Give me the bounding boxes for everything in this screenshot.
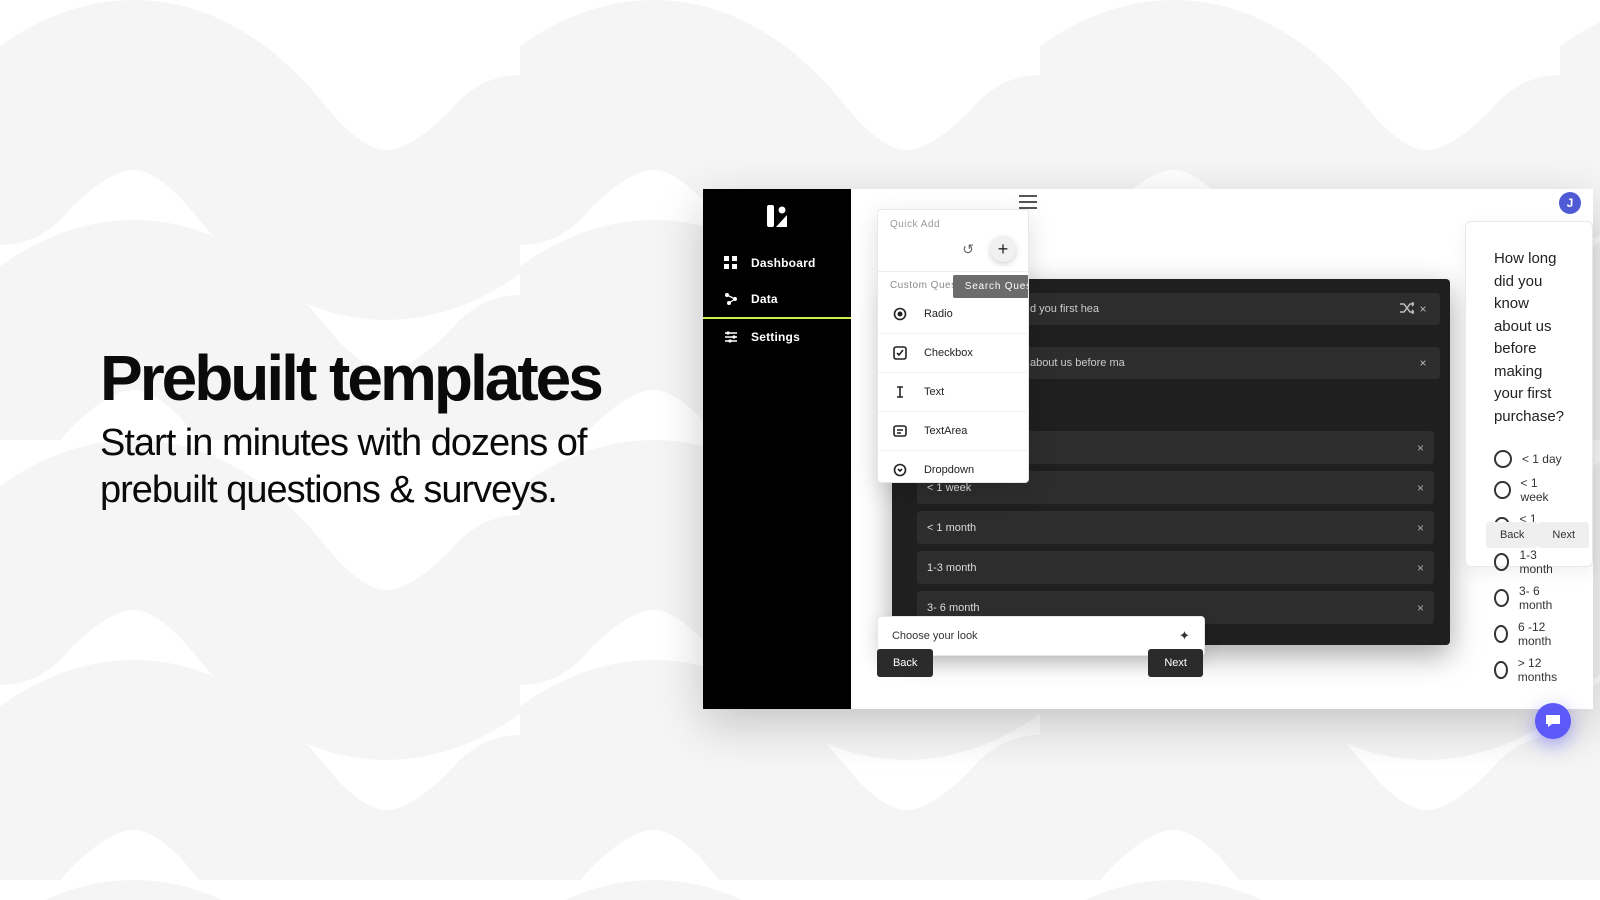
- radio-icon: [892, 306, 908, 322]
- nav-label: Data: [751, 292, 778, 306]
- app-frame: Dashboard Data Settings J d you first he: [703, 189, 1593, 709]
- text-icon: [892, 384, 908, 400]
- builder-next-button[interactable]: Next: [1148, 649, 1203, 677]
- radio-option[interactable]: 6 -12 month: [1494, 616, 1564, 652]
- remove-icon[interactable]: ×: [1417, 561, 1424, 575]
- checkbox-icon: [892, 345, 908, 361]
- support-chat-button[interactable]: [1535, 703, 1571, 739]
- radio-option[interactable]: < 1 week: [1494, 472, 1564, 508]
- radio-circle-icon: [1494, 481, 1511, 499]
- type-text[interactable]: Text: [878, 372, 1028, 411]
- radio-circle-icon: [1494, 625, 1508, 643]
- type-dropdown[interactable]: Dropdown: [878, 450, 1028, 482]
- builder-footer: Back Next: [877, 649, 1203, 677]
- option-pill[interactable]: 1-3 month×: [917, 551, 1434, 584]
- popover-toolbar: ↺ +: [878, 236, 1028, 272]
- undo-icon[interactable]: ↺: [962, 241, 974, 258]
- nav-label: Dashboard: [751, 256, 815, 270]
- type-radio[interactable]: Radio: [878, 295, 1028, 333]
- radio-circle-icon: [1494, 661, 1508, 679]
- radio-option[interactable]: 3- 6 month: [1494, 580, 1564, 616]
- preview-options: < 1 day < 1 week < 1 month 1-3 month 3- …: [1494, 446, 1564, 688]
- remove-icon[interactable]: ×: [1417, 601, 1424, 615]
- nav-dashboard[interactable]: Dashboard: [703, 245, 851, 281]
- option-pill[interactable]: < 1 month×: [917, 511, 1434, 544]
- dropdown-icon: [892, 462, 908, 478]
- search-library-pill[interactable]: Search Question Library: [953, 275, 1029, 298]
- preview-next-button[interactable]: Next: [1538, 522, 1589, 548]
- user-avatar[interactable]: J: [1559, 192, 1581, 214]
- textarea-icon: [892, 423, 908, 439]
- quick-add-label: Quick Add: [878, 210, 1028, 236]
- preview-footer: Back Next: [1486, 522, 1572, 548]
- radio-circle-icon: [1494, 589, 1509, 607]
- add-button[interactable]: +: [990, 236, 1016, 262]
- type-popover: Quick Add ↺ + Custom Questions Search Qu…: [877, 209, 1029, 483]
- remove-icon[interactable]: ×: [1414, 356, 1432, 370]
- subhead: Start in minutes with dozens of prebuilt…: [100, 420, 601, 513]
- custom-questions-label: Custom Questions Search Question Library: [878, 272, 1028, 295]
- preview-back-button[interactable]: Back: [1486, 522, 1538, 548]
- nav-data[interactable]: Data: [703, 281, 851, 319]
- data-icon: [723, 291, 739, 307]
- type-checkbox[interactable]: Checkbox: [878, 333, 1028, 372]
- remove-icon[interactable]: ×: [1417, 521, 1424, 535]
- builder-back-button[interactable]: Back: [877, 649, 933, 677]
- content-area: J d you first hea × about us before ma ×…: [851, 189, 1593, 709]
- remove-icon[interactable]: ×: [1417, 481, 1424, 495]
- survey-preview: How long did you know about us before ma…: [1465, 221, 1593, 567]
- nav-settings[interactable]: Settings: [703, 319, 851, 355]
- shuffle-icon[interactable]: [1400, 302, 1414, 317]
- settings-icon: [723, 329, 739, 345]
- builder-column: d you first hea × about us before ma × <…: [877, 209, 1215, 709]
- radio-option[interactable]: > 12 months: [1494, 652, 1564, 688]
- app-logo: [703, 197, 851, 245]
- remove-icon[interactable]: ×: [1417, 441, 1424, 455]
- hamburger-icon[interactable]: [1019, 195, 1037, 209]
- preview-question: How long did you know about us before ma…: [1494, 248, 1564, 428]
- remove-icon[interactable]: ×: [1414, 302, 1432, 316]
- radio-option[interactable]: 1-3 month: [1494, 544, 1564, 580]
- marketing-copy: Prebuilt templates Start in minutes with…: [100, 345, 601, 513]
- headline: Prebuilt templates: [100, 345, 601, 412]
- nav-label: Settings: [751, 330, 800, 344]
- dashboard-icon: [723, 255, 739, 271]
- radio-circle-icon: [1494, 450, 1512, 468]
- type-textarea[interactable]: TextArea: [878, 411, 1028, 450]
- radio-circle-icon: [1494, 553, 1510, 571]
- sparkle-icon: ✦: [1179, 628, 1190, 644]
- radio-option[interactable]: < 1 day: [1494, 446, 1564, 472]
- sidebar: Dashboard Data Settings: [703, 189, 851, 709]
